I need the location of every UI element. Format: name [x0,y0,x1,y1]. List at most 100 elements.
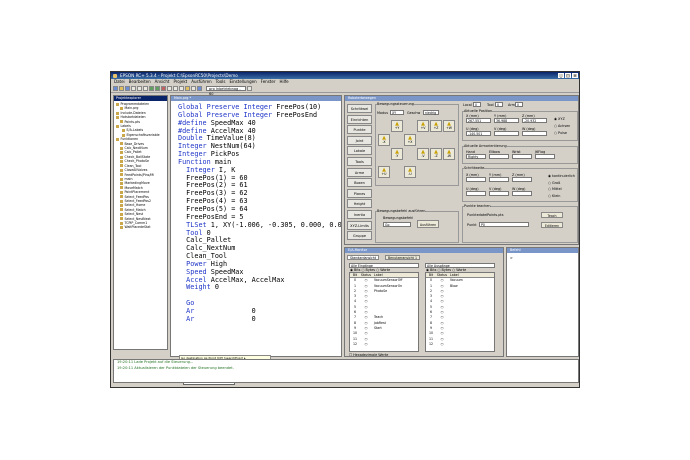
folder-icon[interactable] [120,173,123,177]
menu-item[interactable]: Bearbeiten [129,79,151,85]
command-prompt[interactable]: > [510,256,513,260]
field-value[interactable]: 267.551 [466,118,491,123]
menu-item[interactable]: Fenster [261,79,276,85]
tab-user-view[interactable]: Benutzeransicht 1 [385,255,420,260]
folder-icon[interactable] [120,212,123,216]
code-text[interactable]: FreePos(2) = 61 [178,181,247,190]
folder-icon[interactable] [116,124,119,128]
code-text[interactable]: SpeedMax [207,268,244,276]
jog-button-label[interactable]: -Y [396,154,399,158]
io-label[interactable] [372,342,418,347]
code-text[interactable]: AccelMax, AccelMax [207,276,285,284]
jog-button-label[interactable]: -W [447,154,451,158]
code-keyword[interactable]: Function [178,158,211,166]
jog-button-label[interactable]: -X [382,140,385,144]
io-monitor-icon[interactable] [173,86,178,91]
open-folder-icon[interactable] [119,86,124,91]
io-header[interactable]: Label [372,273,418,277]
folder-icon[interactable] [120,120,123,124]
side-button[interactable]: Schrittwei [347,104,372,113]
folder-icon[interactable] [122,133,125,137]
field-value[interactable]: 36.988 [494,118,519,123]
jog-minus-z-button[interactable]: ▲ -Z [430,148,442,160]
code-line[interactable] [178,292,341,300]
arm-select[interactable]: 0 [515,102,523,107]
field-value[interactable]: -20.932 [522,118,547,123]
jog-speed-select[interactable]: niedrig [423,110,439,115]
side-button[interactable]: Gruppe [347,231,372,241]
jog-minus-y-button[interactable]: ▲ -Y [391,148,403,160]
jog-button-label[interactable]: -U [408,172,411,176]
code-text[interactable]: FreePos(5) = 64 [178,205,247,213]
mode-select[interactable]: XY [390,110,404,115]
code-keyword[interactable]: TLSet [178,221,206,229]
tree-item[interactable]: WaitPlacedeStat [115,225,166,229]
field-value[interactable] [489,177,509,182]
folder-icon[interactable] [120,226,123,230]
local-select[interactable]: 0 [473,102,481,107]
io-header[interactable]: Bit [350,273,360,277]
build-icon[interactable] [149,86,154,91]
folder-icon[interactable] [116,111,119,115]
menu-item[interactable]: Datei [114,79,125,85]
code-line[interactable]: Weight 0 [178,283,341,292]
code-text[interactable]: FreePosEnd = 5 [178,213,243,221]
jog-plusminus-u-button[interactable]: ▲ +U [378,166,390,178]
folder-icon[interactable] [120,221,123,225]
folder-icon[interactable] [120,217,123,221]
status-led-icon[interactable]: ○ [360,342,372,347]
menu-item[interactable]: Ansicht [155,79,170,85]
folder-icon[interactable] [120,159,123,163]
menu-item[interactable]: Projekt [173,79,187,85]
code-keyword[interactable]: Global Preserve Integer [178,103,272,111]
field-value[interactable] [512,177,532,182]
code-keyword[interactable]: Speed [178,268,206,276]
code-text[interactable]: FreePosEnd [272,111,317,119]
radio-joint[interactable]: ○ Achsen [554,124,570,128]
code-text[interactable]: FreePos(3) = 62 [178,189,247,197]
folder-icon[interactable] [120,107,123,111]
jog-minus-v-button[interactable]: ▲ -V [417,148,429,160]
folder-icon[interactable] [122,129,125,133]
field-value[interactable]: Righty [466,154,486,159]
step-option-radio[interactable]: ○ Mittel [548,187,562,191]
code-text[interactable]: AccelMax 40 [207,127,256,135]
copy-icon[interactable] [137,86,142,91]
folder-icon[interactable] [116,115,119,119]
code-keyword[interactable]: Integer [178,142,207,150]
code-text[interactable]: Clean_Tool [178,252,227,260]
jog-button-label[interactable]: +U [381,172,386,176]
jog-button-label[interactable]: +V [421,126,426,130]
minimize-button[interactable]: _ [558,73,564,78]
field-value[interactable] [489,154,509,159]
folder-icon[interactable] [120,177,123,181]
code-text[interactable]: Calc_NextNum [178,244,235,252]
side-button[interactable]: Height [347,199,372,209]
code-text[interactable]: Calc_Pallet [178,236,231,244]
status-led-icon[interactable]: ○ [436,342,448,347]
jog-button-label[interactable]: +W [446,126,452,130]
field-value[interactable] [512,154,532,159]
exec-command-select[interactable]: Go [383,222,411,227]
menu-item[interactable]: Ausführen [191,79,211,85]
camera-icon[interactable] [191,86,196,91]
code-text[interactable]: main [211,158,231,166]
step-option-label[interactable]: Groß [552,181,560,185]
terminal-icon[interactable] [179,86,184,91]
jog-button-label[interactable]: -Z [434,154,437,158]
output-line[interactable]: 19:20:11 Aktualisieren der Punktdateien … [114,366,578,372]
side-button[interactable]: Planes [347,188,372,198]
io-row[interactable]: 12 ○ [350,342,418,347]
side-button[interactable]: Joint [347,135,372,145]
field-value[interactable] [489,191,509,196]
side-button[interactable]: Arme [347,167,372,177]
code-keyword[interactable]: Ar [178,315,194,323]
code-keyword[interactable]: Integer [178,166,215,174]
io-label[interactable] [448,342,494,347]
hex-checkbox[interactable]: ☐ Hexadezimale Werte [349,353,388,357]
point-select[interactable]: P0 [479,222,529,227]
radio-pulse[interactable]: ○ Pulse [554,131,567,135]
code-text[interactable]: 0 [203,229,211,237]
code-keyword[interactable]: #define [178,119,207,127]
field-value[interactable] [466,191,486,196]
